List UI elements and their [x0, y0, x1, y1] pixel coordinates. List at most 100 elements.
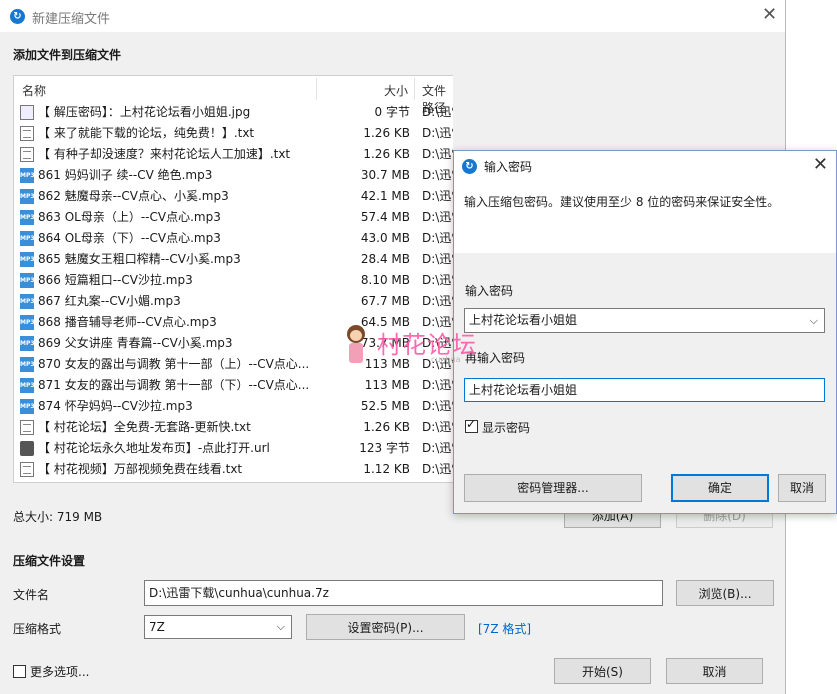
mp3-file-icon: MP3: [20, 252, 35, 267]
file-row[interactable]: MP3862 魅魔母亲--CV点心、小奚.mp3 42.1 MB D:\迅雷: [14, 186, 453, 207]
more-options-label[interactable]: 更多选项...: [30, 663, 89, 680]
ok-button[interactable]: 确定: [671, 474, 769, 502]
format-value: 7Z: [149, 620, 165, 634]
file-name: 【 有种子却没速度？来村花论坛人工加速】.txt: [38, 147, 291, 161]
password-input[interactable]: 上村花论坛看小姐姐 ⌵: [464, 308, 825, 333]
file-path: D:\迅雷下载\cunhua\【 解压密码】：上村花论坛: [422, 105, 453, 119]
settings-heading: 压缩文件设置: [13, 554, 86, 568]
mp3-file-icon: MP3: [20, 357, 35, 372]
file-size: 1.26 KB: [363, 420, 410, 434]
file-size: 52.5 MB: [360, 399, 410, 413]
file-size: 42.1 MB: [360, 189, 410, 203]
file-name: 【 村花论坛永久地址发布页】-点此打开.url: [38, 441, 270, 455]
dialog-app-icon: ↻: [462, 159, 477, 174]
txt-file-icon: [20, 462, 34, 477]
file-size: 67.7 MB: [360, 294, 410, 308]
reenter-password-input[interactable]: 上村花论坛看小姐姐: [464, 378, 825, 402]
file-name: 【 来了就能下载的论坛，纯免费！】.txt: [38, 126, 255, 140]
filename-label: 文件名: [13, 588, 50, 602]
show-password-label[interactable]: 显示密码: [482, 419, 530, 436]
format-select[interactable]: 7Z ⌵: [144, 615, 292, 639]
file-path: D:\迅雷: [422, 168, 453, 182]
browse-button[interactable]: 浏览(B)...: [676, 580, 774, 606]
file-list[interactable]: 名称 大小 文件路径 【 解压密码】：上村花论坛看小姐姐.jpg 0 字节 D:\迅…: [13, 75, 453, 483]
file-path: D:\迅雷: [422, 273, 453, 287]
start-button[interactable]: 开始(S): [554, 658, 651, 684]
filename-input[interactable]: D:\迅雷下载\cunhua\cunhua.7z: [144, 580, 663, 606]
chevron-down-icon: ⌵: [276, 620, 285, 633]
file-path: D:\迅雷: [422, 231, 453, 245]
file-name: 871 女友的露出与调教 第十一部（下）--CV点心...: [38, 378, 310, 392]
show-password-checkbox[interactable]: [465, 417, 478, 433]
file-path: D:\迅雷: [422, 252, 453, 266]
dialog-cancel-button[interactable]: 取消: [778, 474, 826, 502]
jpg-file-icon: [20, 105, 34, 120]
file-row[interactable]: 【 解压密码】：上村花论坛看小姐姐.jpg 0 字节 D:\迅雷下载\cunhua\…: [14, 102, 453, 123]
file-row[interactable]: 【 村花视频】万部视频免费在线看.txt 1.12 KB D:\迅雷: [14, 459, 453, 480]
file-path: D:\迅雷: [422, 189, 453, 203]
txt-file-icon: [20, 126, 34, 141]
password-value: 上村花论坛看小姐姐: [469, 313, 578, 327]
file-path: D:\迅雷: [422, 294, 453, 308]
file-name: 864 OL母亲（下）--CV点心.mp3: [38, 231, 221, 245]
file-path: D:\迅雷下载\cunhua\【 来了就能下载的论坛，纯免: [422, 126, 453, 140]
window-title: 新建压缩文件: [32, 12, 111, 27]
dialog-description-area: 输入压缩包密码。建议使用至少 8 位的密码来保证安全性。: [454, 181, 836, 253]
dialog-title: 输入密码: [484, 160, 533, 174]
file-row[interactable]: MP3863 OL母亲（上）--CV点心.mp3 57.4 MB D:\迅雷: [14, 207, 453, 228]
more-options-checkbox[interactable]: [13, 665, 26, 678]
file-name: 862 魅魔母亲--CV点心、小奚.mp3: [38, 189, 229, 203]
close-icon[interactable]: ✕: [762, 4, 777, 25]
file-row[interactable]: MP3864 OL母亲（下）--CV点心.mp3 43.0 MB D:\迅雷: [14, 228, 453, 249]
file-row[interactable]: MP3874 怀孕妈妈--CV沙拉.mp3 52.5 MB D:\迅雷: [14, 396, 453, 417]
dialog-close-icon[interactable]: ✕: [813, 154, 828, 175]
set-password-button[interactable]: 设置密码(P)...: [306, 614, 465, 640]
password-dialog: ↻ 输入密码 ✕ 输入压缩包密码。建议使用至少 8 位的密码来保证安全性。 输入…: [453, 150, 837, 514]
file-row[interactable]: 【 来了就能下载的论坛，纯免费！】.txt 1.26 KB D:\迅雷下载\cunh…: [14, 123, 453, 144]
mp3-file-icon: MP3: [20, 399, 35, 414]
file-row[interactable]: 【 村花论坛】全免费-无套路-更新快.txt 1.26 KB D:\迅雷: [14, 417, 453, 438]
file-rows: 【 解压密码】：上村花论坛看小姐姐.jpg 0 字节 D:\迅雷下载\cunhua\…: [14, 102, 453, 480]
mp3-file-icon: MP3: [20, 315, 35, 330]
format-link[interactable]: [7Z 格式]: [478, 620, 531, 637]
cancel-button[interactable]: 取消: [666, 658, 763, 684]
password-manager-button[interactable]: 密码管理器...: [464, 474, 642, 502]
title-bar: ↻ 新建压缩文件 ✕: [0, 0, 785, 32]
file-row[interactable]: MP3865 魅魔女王粗口榨精--CV小奚.mp3 28.4 MB D:\迅雷: [14, 249, 453, 270]
file-name: 874 怀孕妈妈--CV沙拉.mp3: [38, 399, 193, 413]
mp3-file-icon: MP3: [20, 336, 35, 351]
file-path: D:\迅雷: [422, 210, 453, 224]
mp3-file-icon: MP3: [20, 231, 35, 246]
file-size: 8.10 MB: [360, 273, 410, 287]
dialog-description: 输入压缩包密码。建议使用至少 8 位的密码来保证安全性。: [464, 195, 780, 209]
watermark-text: 村花论坛: [377, 331, 477, 359]
file-path: D:\迅雷: [422, 399, 453, 413]
file-path: D:\迅雷下载\cunhua\【 有种子却没速度？来村花: [422, 147, 453, 161]
file-path: D:\迅雷: [422, 378, 453, 392]
file-name: 861 妈妈训子 续--CV 绝色.mp3: [38, 168, 213, 182]
file-size: 43.0 MB: [360, 231, 410, 245]
txt-file-icon: [20, 420, 34, 435]
file-row[interactable]: MP3867 红丸案--CV小媚.mp3 67.7 MB D:\迅雷: [14, 291, 453, 312]
url-file-icon: [20, 441, 34, 456]
watermark-doll-icon: [343, 323, 369, 367]
password-label: 输入密码: [465, 284, 514, 298]
file-name: 866 短篇粗口--CV沙拉.mp3: [38, 273, 193, 287]
file-size: 123 字节: [359, 441, 410, 455]
file-row[interactable]: MP3861 妈妈训子 续--CV 绝色.mp3 30.7 MB D:\迅雷: [14, 165, 453, 186]
file-list-header: 名称 大小 文件路径: [14, 76, 453, 115]
app-icon: ↻: [10, 9, 25, 24]
file-size: 28.4 MB: [360, 252, 410, 266]
file-name: 867 红丸案--CV小媚.mp3: [38, 294, 181, 308]
file-row[interactable]: 【 有种子却没速度？来村花论坛人工加速】.txt 1.26 KB D:\迅雷下载\c…: [14, 144, 453, 165]
file-name: 【 村花论坛】全免费-无套路-更新快.txt: [38, 420, 251, 434]
column-name[interactable]: 名称: [22, 82, 46, 99]
file-row[interactable]: MP3866 短篇粗口--CV沙拉.mp3 8.10 MB D:\迅雷: [14, 270, 453, 291]
column-size[interactable]: 大小: [384, 82, 408, 99]
file-row[interactable]: MP3 871 女友的露出与调教 第十一部（下）--CV点心... 113 MB D:…: [14, 375, 453, 396]
file-name: 870 女友的露出与调教 第十一部（上）--CV点心...: [38, 357, 310, 371]
file-row[interactable]: 【 村花论坛永久地址发布页】-点此打开.url 123 字节 D:\迅雷: [14, 438, 453, 459]
file-name: 868 播音辅导老师--CV点心.mp3: [38, 315, 217, 329]
watermark-sub: cunhua: [431, 355, 461, 364]
password-dropdown-icon[interactable]: ⌵: [810, 309, 818, 332]
